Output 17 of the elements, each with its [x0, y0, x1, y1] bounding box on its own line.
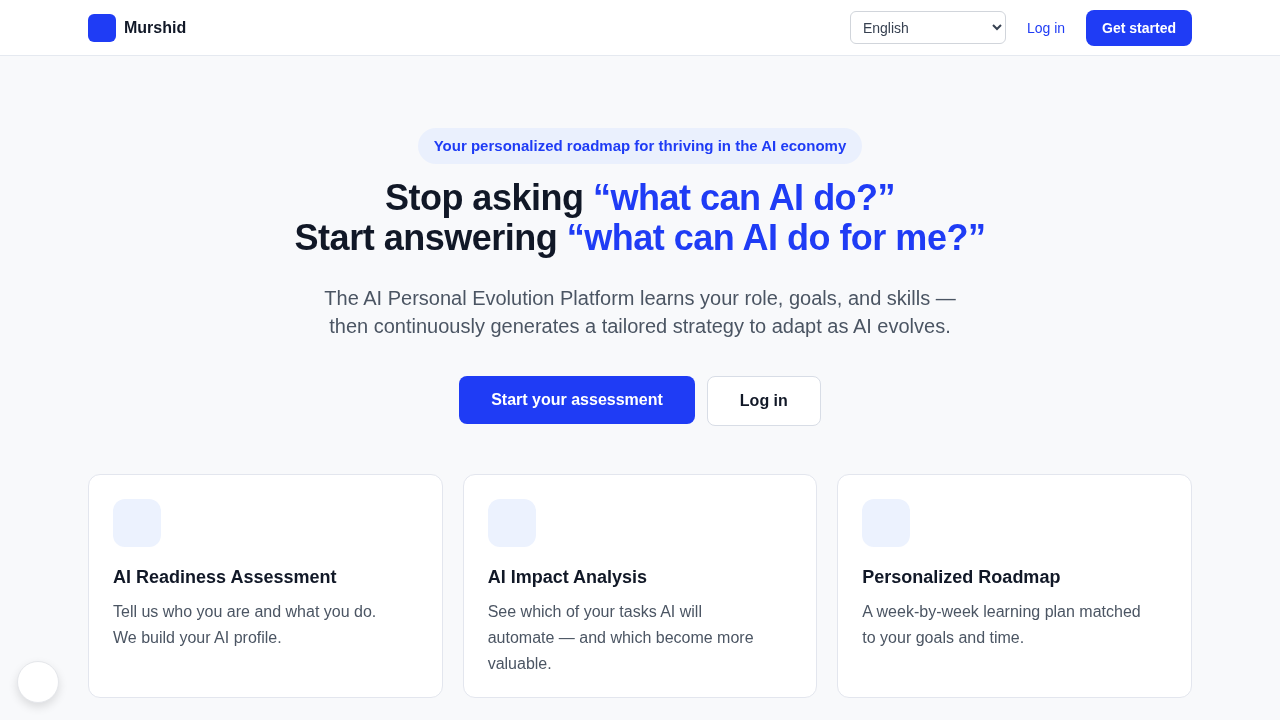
feature-description: A week-by-week learning plan matched to your goals and time. [862, 602, 1142, 648]
hero-subtitle: The AI Personal Evolution Platform learns your role, goals, and skills — then continuously generates a tailored strategy to adapt as AI evolves. [323, 286, 957, 339]
login-link[interactable]: Log in [1026, 19, 1066, 36]
logo-square-icon [88, 13, 116, 42]
get-started-button[interactable]: Get started [1086, 9, 1192, 46]
floating-circle-button[interactable] [17, 661, 59, 703]
feature-title: AI Impact Analysis [487, 566, 649, 589]
feature-description: See which of your tasks AI will automate — and which become more valuable. [487, 602, 755, 674]
feature-title: AI Readiness Assessment [113, 566, 338, 589]
language-select[interactable]: English [849, 11, 1006, 44]
tagline-badge: Your personalized roadmap for thriving in the AI economy [417, 128, 863, 164]
feature-title: Personalized Roadmap [862, 566, 1062, 589]
feature-description: Tell us who you are and what you do. We build your AI profile. [113, 602, 378, 648]
start-assessment-button[interactable]: Start your assessment [459, 376, 695, 424]
hero-heading: Stop asking “what can AI do?” Start answering “what can AI do for me?” [294, 178, 986, 258]
brand-name: Murshid [124, 18, 187, 37]
login-button[interactable]: Log in [706, 376, 821, 426]
